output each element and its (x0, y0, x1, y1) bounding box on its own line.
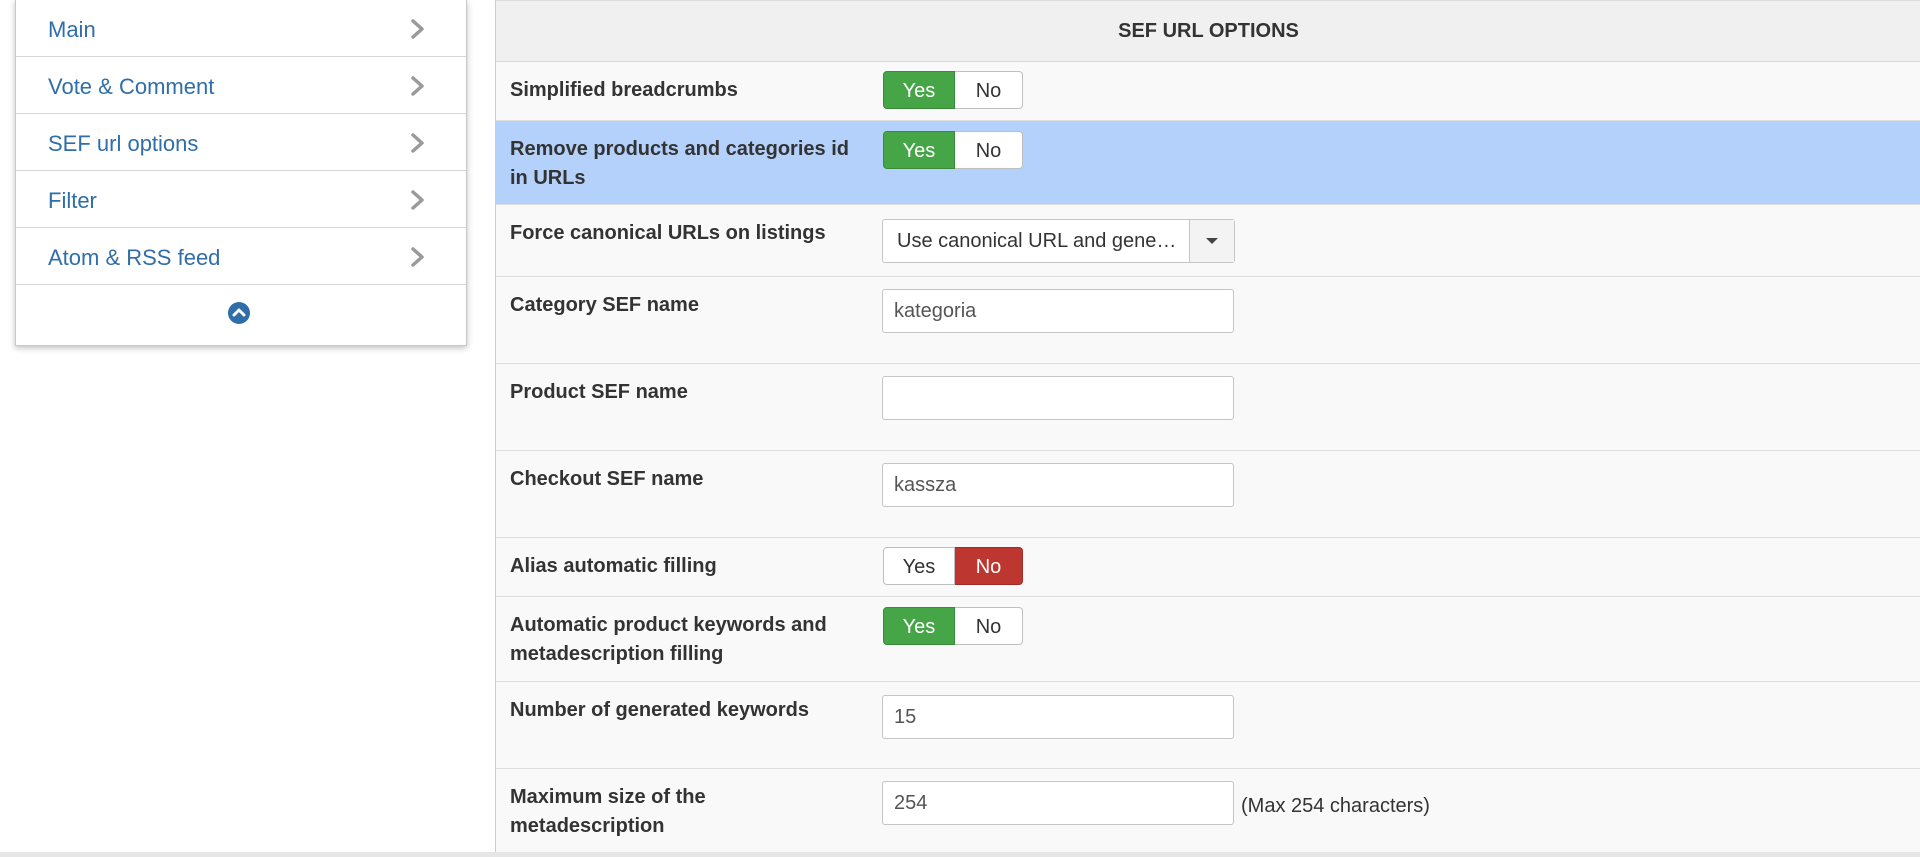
sidebar-item-main[interactable]: Main (16, 0, 466, 57)
sidebar-item-label: Main (48, 17, 96, 42)
chevron-right-icon (411, 133, 424, 153)
no-option[interactable]: No (955, 547, 1023, 585)
force-canonical-select[interactable]: Use canonical URL and gene… (882, 219, 1235, 263)
product-sef-input[interactable] (882, 376, 1234, 420)
sidebar-item-sef-url-options[interactable]: SEF url options (16, 114, 466, 171)
field-label: Alias automatic filling (510, 555, 717, 577)
sidebar-item-filter[interactable]: Filter (16, 171, 466, 228)
field-label: Simplified breadcrumbs (510, 79, 738, 101)
sidebar-item-vote-comment[interactable]: Vote & Comment (16, 57, 466, 114)
auto-keywords-toggle: Yes No (883, 607, 1023, 645)
max-meta-input[interactable] (882, 781, 1234, 825)
sef-options-panel: SEF URL OPTIONS Simplified breadcrumbs Y… (495, 0, 1920, 853)
chevron-right-icon (411, 19, 424, 39)
yes-option[interactable]: Yes (883, 547, 955, 585)
field-label: Force canonical URLs on listings (510, 222, 826, 244)
row-max-meta: Maximum size of the metadescription (Max… (496, 769, 1920, 851)
row-auto-keywords: Automatic product keywords and metadescr… (496, 597, 1920, 682)
row-category-sef: Category SEF name (496, 277, 1920, 364)
field-label: Product SEF name (510, 381, 688, 403)
chevron-right-icon (411, 190, 424, 210)
num-keywords-input[interactable] (882, 695, 1234, 739)
field-label: Automatic product keywords and metadescr… (510, 614, 827, 665)
row-simplified-breadcrumbs: Simplified breadcrumbs Yes No (496, 62, 1920, 121)
yes-option[interactable]: Yes (883, 71, 955, 109)
sidebar-menu: Main Vote & Comment SEF url options Filt… (15, 0, 467, 346)
simplified-breadcrumbs-toggle: Yes No (883, 71, 1023, 109)
sidebar-item-label: Filter (48, 188, 97, 213)
chevron-up-circle-icon (228, 302, 250, 324)
row-product-sef: Product SEF name (496, 364, 1920, 451)
sidebar-item-label: Atom & RSS feed (48, 245, 221, 270)
no-option[interactable]: No (955, 71, 1023, 109)
sidebar-item-atom-rss-feed[interactable]: Atom & RSS feed (16, 228, 466, 285)
bottom-border (0, 852, 1920, 857)
max-meta-hint: (Max 254 characters) (1241, 795, 1430, 817)
panel-title: SEF URL OPTIONS (496, 1, 1920, 62)
row-remove-ids: Remove products and categories id in URL… (496, 121, 1920, 205)
category-sef-input[interactable] (882, 289, 1234, 333)
chevron-right-icon (411, 247, 424, 267)
yes-option[interactable]: Yes (883, 131, 955, 169)
field-label: Remove products and categories id in URL… (510, 138, 849, 189)
field-label: Maximum size of the metadescription (510, 786, 706, 837)
no-option[interactable]: No (955, 607, 1023, 645)
sidebar-collapse-button[interactable] (16, 285, 466, 342)
caret-down-icon (1206, 238, 1218, 244)
field-label: Category SEF name (510, 294, 699, 316)
remove-ids-toggle: Yes No (883, 131, 1023, 169)
field-label: Checkout SEF name (510, 468, 704, 490)
row-force-canonical: Force canonical URLs on listings Use can… (496, 205, 1920, 277)
field-label: Number of generated keywords (510, 699, 809, 721)
row-checkout-sef: Checkout SEF name (496, 451, 1920, 538)
yes-option[interactable]: Yes (883, 607, 955, 645)
row-alias-filling: Alias automatic filling Yes No (496, 538, 1920, 597)
sidebar-item-label: Vote & Comment (48, 74, 215, 99)
sidebar-item-label: SEF url options (48, 131, 199, 156)
chevron-right-icon (411, 76, 424, 96)
dropdown-toggle[interactable] (1189, 220, 1234, 262)
alias-filling-toggle: Yes No (883, 547, 1023, 585)
no-option[interactable]: No (955, 131, 1023, 169)
select-value: Use canonical URL and gene… (897, 230, 1177, 252)
checkout-sef-input[interactable] (882, 463, 1234, 507)
row-num-keywords: Number of generated keywords (496, 682, 1920, 769)
